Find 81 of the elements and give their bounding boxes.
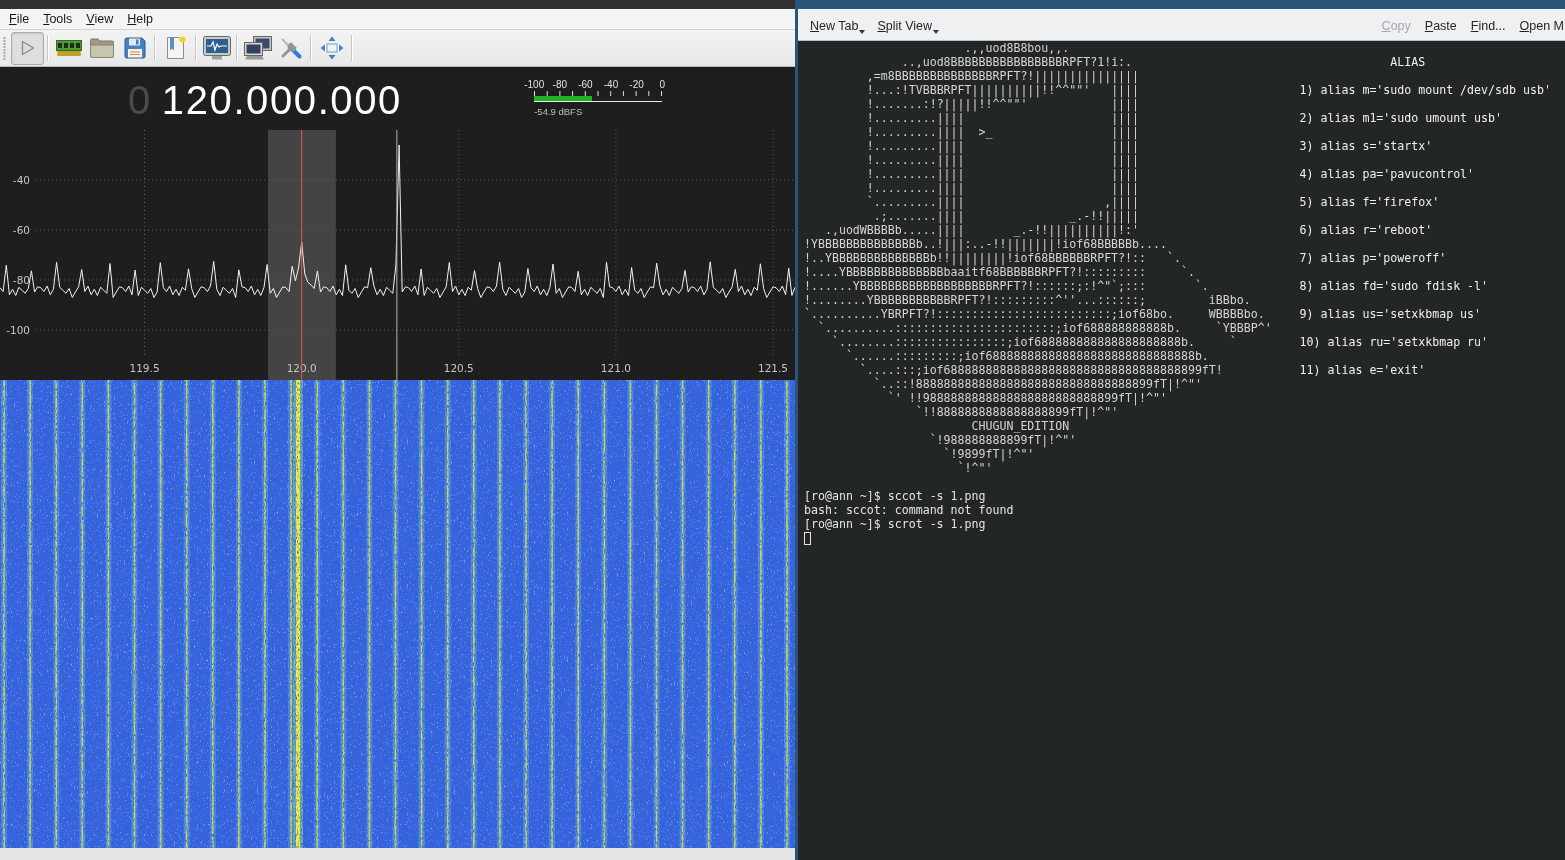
ascii-art-line: `.........|||| ,|||| — [866, 195, 1140, 209]
axis-label: -40 — [12, 174, 30, 186]
alias-line: 8) alias fd='sudo fdisk -l' — [1299, 279, 1489, 293]
document-icon[interactable] — [165, 36, 186, 60]
memory-chip-icon[interactable] — [55, 40, 82, 56]
alias-line: 4) alias pa='pavucontrol' — [1299, 167, 1475, 181]
axis-label: 119.5 — [129, 362, 160, 374]
alias-line: 5) alias f='firefox' — [1299, 195, 1440, 209]
alias-heading: ALIAS — [1390, 55, 1426, 69]
axis-label: 121.5 — [757, 362, 789, 374]
ascii-art-line: .,,uod8B8bou,,. — [964, 41, 1070, 55]
ascii-art-line: `!!8888888888888888899fT|!^"' — [915, 405, 1119, 419]
ascii-art-line: !.........|||| |||| — [866, 139, 1140, 153]
marker-line[interactable] — [396, 130, 398, 380]
ascii-art-line: .,uodWBBBBb.....|||| _.-!!||||||||||!:' — [824, 223, 1140, 237]
toolbar-button[interactable]: Find... — [1463, 15, 1513, 36]
menu-item[interactable]: Help — [120, 11, 160, 27]
ascii-art-line: `!9899fT|!^"' — [943, 447, 1035, 461]
menu-item[interactable]: File — [2, 11, 37, 27]
axis-label: -60 — [12, 224, 30, 236]
alias-line: 11) alias e='exit' — [1299, 363, 1426, 377]
ascii-art-line: !...:!TVBBBRPFT||||||||||!!^^""' |||| — [866, 83, 1140, 97]
menu-item[interactable]: Tools — [36, 11, 80, 27]
meter-scale-label: -40 — [603, 79, 619, 91]
terminal-line: [ro@ann ~]$ scrot -s 1.png — [804, 517, 986, 531]
ascii-art-line: ,=m8BBBBBBBBBBBBBBRPFT?!||||||||||||||| — [866, 69, 1140, 83]
play-icon[interactable] — [20, 40, 35, 56]
alias-line: 2) alias m1='sudo umount usb' — [1299, 111, 1502, 125]
toolbar-button[interactable]: Open M — [1512, 15, 1565, 36]
meter-scale-label: -20 — [629, 79, 644, 91]
ascii-art-line: !YBBBBBBBBBBBBBBb..!|||:..-!!|||||||!iof68BBBBBb.... — [804, 237, 1167, 251]
ascii-art-line: !.........|||| |||| — [866, 167, 1140, 181]
ascii-art-line: !....YBBBBBBBBBBBBBBbaaitf68BBBBBBRPFT?!::::::::: `. — [804, 265, 1195, 279]
folder-icon[interactable] — [89, 38, 114, 58]
marker-line[interactable] — [301, 130, 303, 380]
ascii-art-line: `' !!9888888888888888888888888899fT|!^"' — [887, 391, 1167, 405]
caret-icon[interactable] — [859, 29, 866, 34]
ascii-art-line: `..........:::::::::::::::::::::::;iof688888888888b. `YBBBP^' — [817, 321, 1272, 335]
ascii-art-line: `....:::;iof6888888888888888888888888888888888899fT! — [859, 363, 1223, 377]
ascii-art-line: `!^"' — [957, 461, 993, 475]
ascii-art-line: !.........|||| |||| — [866, 181, 1140, 195]
filter-band[interactable] — [268, 130, 336, 380]
meter-scale-label: -80 — [552, 79, 567, 91]
ascii-art-line: !.........|||| |||| — [866, 153, 1140, 167]
ascii-art-line: !.........|||| >_ |||| — [866, 125, 1140, 139]
ascii-art-line: CHUGUN_EDITION — [971, 419, 1070, 433]
axis-label: -80 — [12, 274, 30, 286]
caret-icon[interactable] — [933, 29, 940, 34]
ascii-art-line: .;.......|||| _.-!!||||| — [873, 209, 1140, 223]
terminal-line: bash: sccot: command not found — [804, 503, 1014, 517]
ascii-art-line: !......YBBBBBBBBBBBBBBBBBBBRPFT?!::::::;:!^"`;::: `. — [804, 279, 1209, 293]
ascii-art-line: `..::!8888888888888888888888888888888899fT|!^"' — [873, 377, 1202, 391]
toolbar-button[interactable]: New Tab — [804, 15, 872, 36]
menu-item[interactable]: View — [79, 11, 121, 27]
grip-icon[interactable] — [3, 36, 6, 60]
alias-line: 7) alias p='poweroff' — [1299, 251, 1447, 265]
frequency-readout: 120.000.000 — [161, 77, 402, 124]
ascii-art-line: `......:::::::::;iof688888888888888888888888888888b. — [845, 349, 1209, 363]
axis-label: 120.5 — [443, 362, 474, 374]
meter-reading: -54.9 dBFS — [534, 106, 584, 118]
alias-line: 10) alias ru='setxkbmap ru' — [1299, 335, 1489, 349]
ascii-art-line: `..........YBRPFT?!:::::::::::::::::::::::::;iof68bo. WBBBBbo. — [804, 307, 1265, 321]
alias-line: 3) alias s='startx' — [1299, 139, 1433, 153]
terminal-line: [ro@ann ~]$ sccot -s 1.png — [804, 489, 986, 503]
ascii-art-line: !..YBBBBBBBBBBBBBBb!!||||||||!iof68BBBBBBRPFT?!:: `. — [804, 251, 1181, 265]
alias-line: 6) alias r='reboot' — [1299, 223, 1433, 237]
ascii-art-line: `........::::::::::::::::;iof688888888888888888888b. ` — [831, 335, 1237, 349]
meter-scale-label: 0 — [659, 79, 665, 91]
axis-label: -100 — [6, 324, 30, 336]
ascii-art-line: ..,uod8BBBBBBBBBBBBBBBBRPFT?1!i:. — [901, 55, 1133, 69]
axis-label: 121.0 — [600, 362, 631, 374]
ascii-art-line: `!988888888899fT|!^"' — [929, 433, 1077, 447]
ascii-art-line: !.......:!?|||||!!^^""' |||| — [866, 97, 1140, 111]
toolbar-button[interactable]: Split View — [871, 15, 946, 36]
ascii-art-line: !.........|||| |||| — [866, 111, 1140, 125]
alias-line: 1) alias m='sudo mount /dev/sdb usb' — [1299, 83, 1551, 97]
alias-line: 9) alias us='setxkbmap us' — [1299, 307, 1482, 321]
toolbar-button[interactable]: Paste — [1417, 15, 1464, 36]
ascii-art-line: !........YBBBBBBBBBBBRPFT?!:::::::::^''...::::::; iBBbo. — [804, 293, 1251, 307]
meter-scale-label: -60 — [578, 79, 593, 91]
meter-scale-label: -100 — [524, 79, 545, 91]
